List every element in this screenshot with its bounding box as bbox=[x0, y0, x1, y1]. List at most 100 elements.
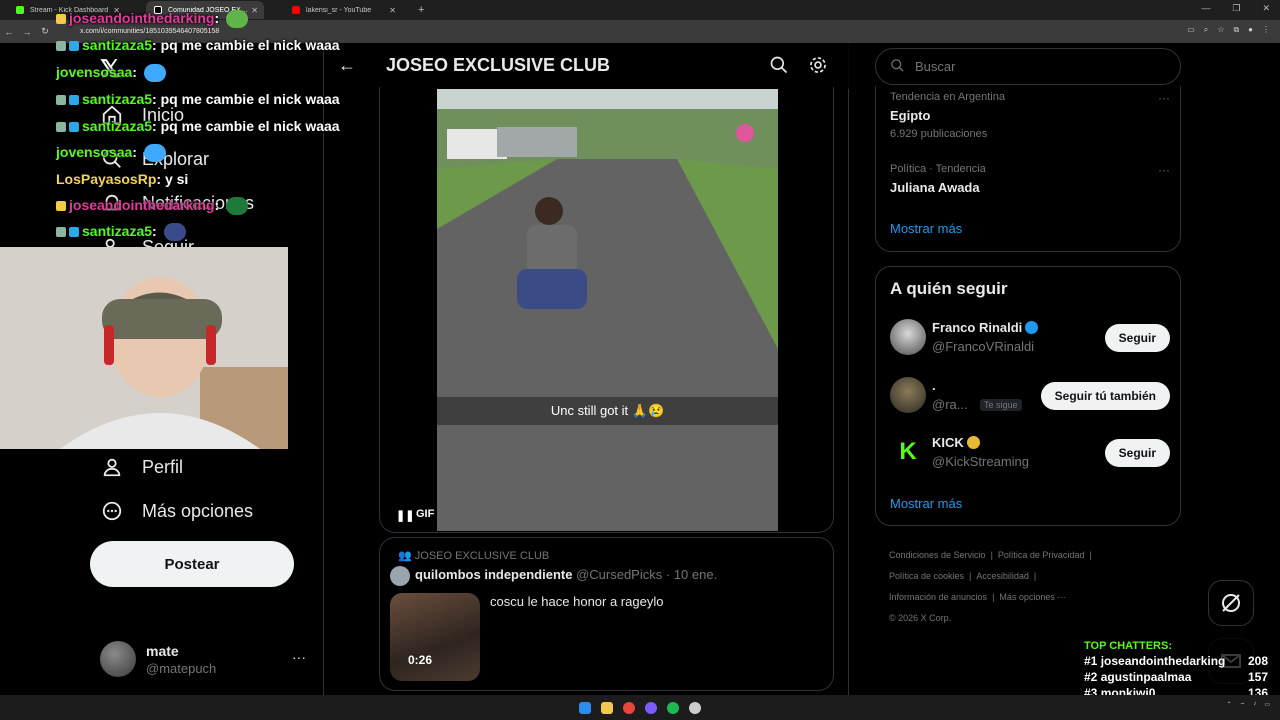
emote-icon bbox=[143, 144, 166, 163]
tray-arrow-icon[interactable]: ⌃ bbox=[1227, 701, 1232, 709]
spotify-icon[interactable] bbox=[667, 701, 679, 714]
chat-username: santizaza5 bbox=[82, 118, 153, 134]
post-text: coscu le hace honor a rageylo bbox=[490, 594, 664, 609]
gear-icon[interactable] bbox=[808, 55, 830, 77]
wifi-icon[interactable]: ⌔ bbox=[1240, 701, 1246, 709]
video-thumbnail[interactable]: 0:26 bbox=[390, 593, 480, 681]
community-name: JOSEO EXCLUSIVE CLUB bbox=[414, 550, 550, 562]
follow-suggestion[interactable]: Franco Rinaldi @FrancoVRinaldi Seguir bbox=[890, 319, 1170, 359]
follow-back-button[interactable]: Seguir tú también bbox=[1040, 382, 1170, 410]
account-name: mate bbox=[146, 642, 179, 659]
tab-youtube[interactable]: lakensi_sr - YouTube ✕ bbox=[284, 1, 402, 19]
badge-icon bbox=[56, 41, 66, 52]
app-icon[interactable] bbox=[689, 701, 701, 714]
chat-username: LosPayasosRp bbox=[56, 171, 157, 187]
close-tab-icon[interactable]: ✕ bbox=[251, 6, 258, 15]
windows-start-icon[interactable] bbox=[579, 701, 591, 714]
name-text: KICK bbox=[932, 435, 964, 450]
maximize-icon[interactable]: ❐ bbox=[1232, 3, 1240, 14]
author-name: quilombos independiente bbox=[415, 567, 573, 582]
follow-name: . bbox=[932, 378, 936, 393]
chatter-count: 157 bbox=[1247, 670, 1268, 684]
chrome-icon[interactable] bbox=[623, 701, 635, 714]
file-explorer-icon[interactable] bbox=[601, 701, 613, 714]
forward-nav-icon[interactable]: → bbox=[18, 27, 36, 37]
reload-icon[interactable]: ↻ bbox=[36, 26, 54, 37]
trend-item[interactable]: Política · Tendencia Juliana Awada ··· bbox=[890, 163, 1170, 195]
post-author[interactable]: quilombos independiente @CursedPicks · 1… bbox=[415, 567, 717, 582]
tab-label: lakensi_sr - YouTube bbox=[306, 6, 372, 14]
chat-username: jovensosaa bbox=[56, 64, 133, 80]
verified-badge-icon bbox=[1025, 321, 1039, 334]
footer-link[interactable]: Más opciones ··· bbox=[999, 592, 1066, 602]
footer-link[interactable]: Política de Privacidad bbox=[998, 550, 1085, 560]
battery-icon[interactable]: ▭ bbox=[1264, 701, 1270, 709]
follow-button[interactable]: Seguir bbox=[1104, 439, 1170, 467]
follows-you-badge: Te sigue bbox=[980, 399, 1022, 411]
trend-item[interactable]: Tendencia en Argentina Egipto 6.929 publ… bbox=[890, 91, 1170, 140]
search-placeholder: Buscar bbox=[915, 59, 956, 74]
extension-icon[interactable]: ⧉ bbox=[1233, 25, 1239, 35]
more-dots-icon[interactable]: ··· bbox=[1158, 163, 1170, 177]
back-nav-icon[interactable]: ← bbox=[0, 27, 18, 37]
sidebar-item-label: Más opciones bbox=[142, 500, 254, 521]
panel-title: A quién seguir bbox=[890, 279, 1008, 298]
post-card[interactable]: 👥 JOSEO EXCLUSIVE CLUB quilombos indepen… bbox=[379, 537, 834, 691]
zoom-icon[interactable]: ⌕ bbox=[1204, 25, 1208, 35]
footer-link[interactable]: Condiciones de Servicio bbox=[889, 550, 986, 560]
video-scene bbox=[437, 89, 778, 531]
url-field[interactable]: x.com/i/communities/1851039546407805158 bbox=[80, 28, 219, 35]
post-button[interactable]: Postear bbox=[90, 541, 294, 587]
community-label: 👥 JOSEO EXCLUSIVE CLUB bbox=[398, 549, 549, 562]
follow-suggestion[interactable]: . @ra... Te sigue Seguir tú también bbox=[890, 377, 1170, 417]
back-arrow-icon[interactable]: ← bbox=[338, 55, 356, 76]
menu-icon[interactable]: ⋮ bbox=[1262, 25, 1270, 35]
follow-handle: @ra... bbox=[932, 397, 968, 412]
chat-line: jovensosaa: bbox=[56, 144, 166, 163]
avatar[interactable] bbox=[390, 566, 410, 586]
search-icon[interactable] bbox=[769, 55, 791, 77]
profile-icon[interactable]: ● bbox=[1248, 25, 1253, 35]
more-dots-icon[interactable]: ··· bbox=[292, 649, 306, 665]
footer-link[interactable]: Información de anuncios bbox=[889, 592, 987, 602]
trend-name: Egipto bbox=[890, 108, 931, 123]
minimize-icon[interactable]: — bbox=[1201, 3, 1210, 14]
name-text: Franco Rinaldi bbox=[932, 320, 1023, 335]
search-input[interactable]: Buscar bbox=[875, 48, 1181, 85]
grok-button[interactable] bbox=[1208, 580, 1254, 626]
obs-icon[interactable] bbox=[645, 701, 657, 714]
sidebar-item-perfil[interactable]: Perfil bbox=[100, 455, 183, 479]
people-icon: 👥 bbox=[398, 550, 412, 562]
show-more-link[interactable]: Mostrar más bbox=[890, 221, 1170, 236]
chat-line: LosPayasosRp: y si bbox=[56, 171, 189, 187]
follow-suggestion[interactable]: K KICK @KickStreaming Seguir bbox=[890, 434, 1170, 474]
new-tab-icon[interactable]: + bbox=[418, 4, 424, 16]
cast-icon[interactable]: ▭ bbox=[1187, 25, 1195, 35]
follow-button[interactable]: Seguir bbox=[1104, 324, 1170, 352]
chatter-row: #2 agustinpaalmaa 157 bbox=[1084, 670, 1268, 684]
sidebar-item-mas-opciones[interactable]: Más opciones bbox=[100, 499, 253, 523]
chat-message: pq me cambie el nick waaa bbox=[160, 37, 340, 53]
close-window-icon[interactable]: ✕ bbox=[1262, 3, 1270, 14]
extension-icons: ▭ ⌕ ☆ ⧉ ● ⋮ bbox=[1187, 25, 1270, 35]
trend-count: 6.929 publicaciones bbox=[890, 128, 988, 140]
avatar bbox=[100, 641, 136, 677]
show-more-link[interactable]: Mostrar más bbox=[890, 496, 962, 511]
more-dots-icon[interactable]: ··· bbox=[1158, 91, 1170, 105]
footer-link[interactable]: Accesibilidad bbox=[976, 571, 1029, 581]
gif-video[interactable]: Unc still got it 🙏😢 bbox=[437, 89, 778, 531]
avatar bbox=[890, 377, 926, 413]
volume-icon[interactable]: ♪ bbox=[1253, 701, 1256, 709]
close-tab-icon[interactable]: ✕ bbox=[389, 6, 396, 15]
gif-badge: GIF bbox=[416, 508, 435, 520]
star-icon[interactable]: ☆ bbox=[1217, 25, 1224, 35]
chat-line: santizaza5: pq me cambie el nick waaa bbox=[56, 118, 340, 134]
account-switcher[interactable]: mate @matepuch ··· bbox=[100, 639, 310, 679]
pause-icon[interactable]: ❚❚ bbox=[396, 509, 414, 522]
window-controls: — ❐ ✕ bbox=[1201, 3, 1270, 14]
footer-link[interactable]: Política de cookies bbox=[889, 571, 964, 581]
follow-handle: @FrancoVRinaldi bbox=[932, 339, 1035, 354]
badge-icon bbox=[56, 122, 66, 133]
chat-line: joseandointhedarking: bbox=[56, 197, 249, 216]
chat-message: pq me cambie el nick waaa bbox=[160, 91, 340, 107]
